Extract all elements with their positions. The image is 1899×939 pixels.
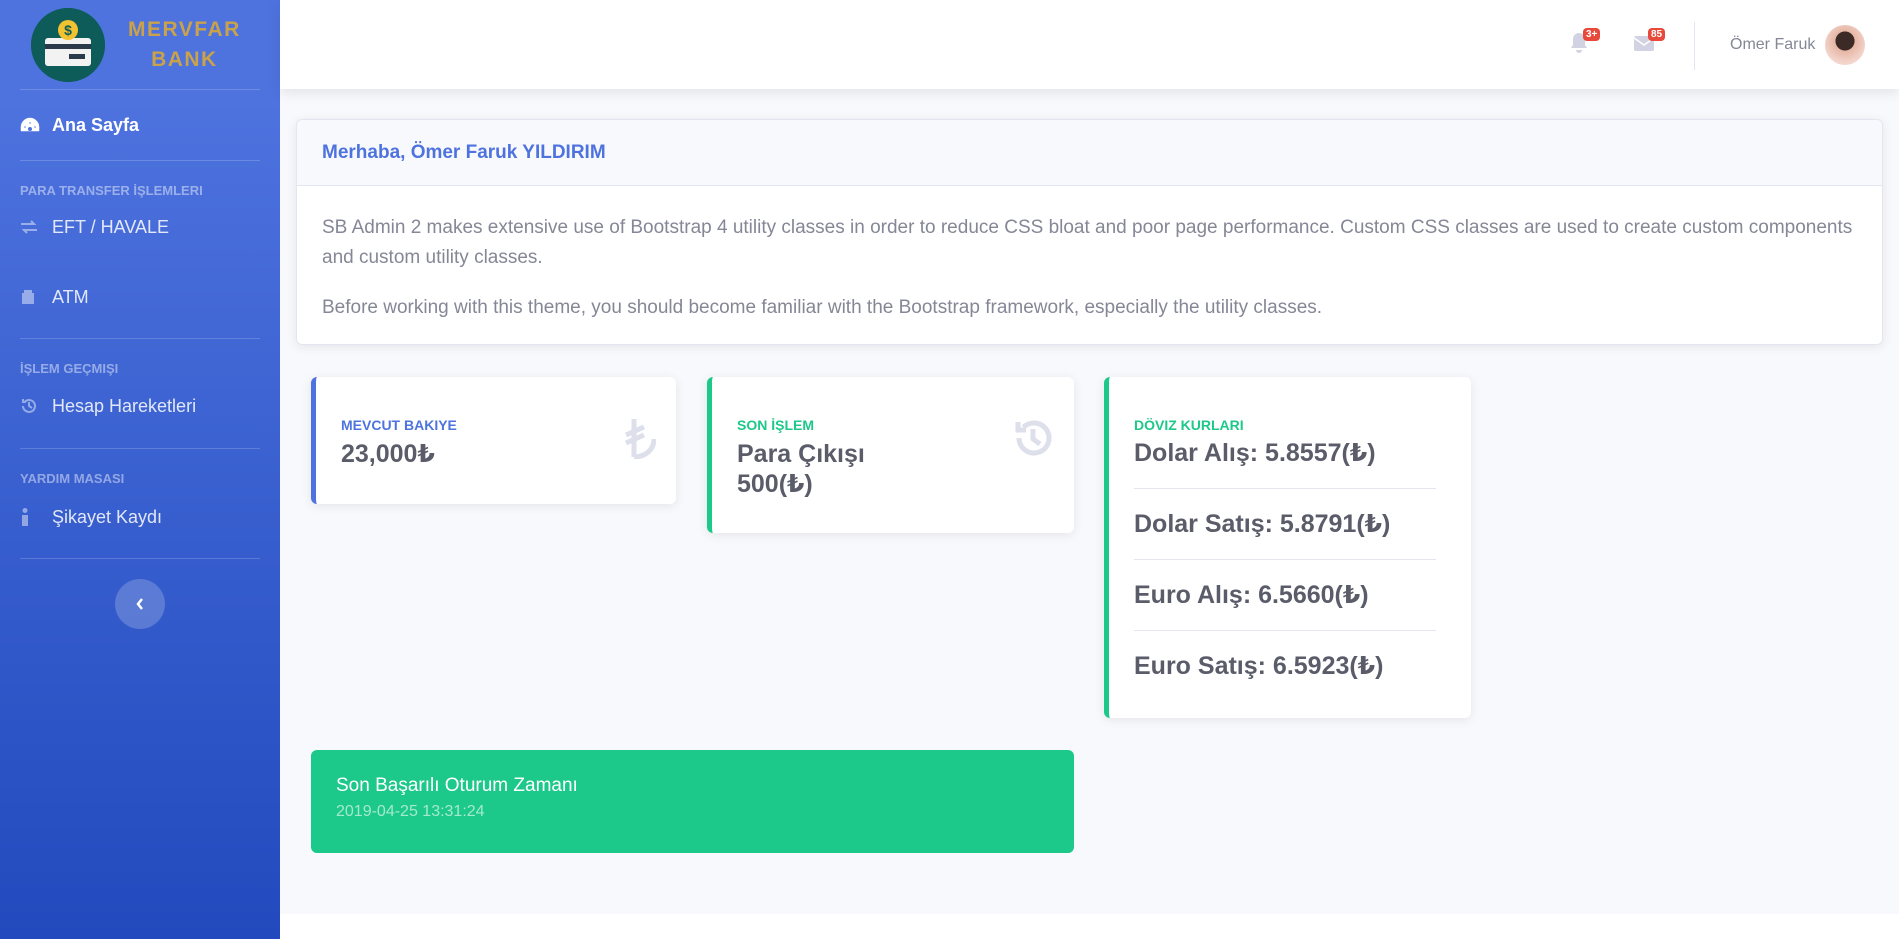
sidebar-toggle-button[interactable] [115,579,165,629]
sidebar-item-label: EFT / HAVALE [52,216,170,237]
sidebar-item-complaint[interactable]: Şikayet Kaydı [0,486,280,548]
brand-line2: BANK [151,47,218,71]
welcome-paragraph-2: Before working with this theme, you shou… [322,297,1323,318]
rate-item: Dolar Satış: 5.8791(₺) [1134,489,1436,560]
welcome-body: SB Admin 2 makes extensive use of Bootst… [297,186,1882,323]
messages-button[interactable]: 85 [1631,28,1666,56]
welcome-card: Merhaba, Ömer Faruk YILDIRIM SB Admin 2 … [296,119,1883,345]
last-transaction-type: Para Çıkışı [737,440,865,468]
last-session-title: Son Başarılı Oturum Zamanı [336,775,578,796]
atm-icon [20,289,42,305]
brand[interactable]: $ MERVFAR BANK [0,0,280,89]
chevron-left-icon [136,598,143,610]
user-menu[interactable]: Ömer Faruk [1730,25,1866,65]
balance-label: MEVCUT BAKIYE [341,417,457,433]
topbar-divider [1694,22,1695,70]
footer [280,914,1899,939]
history-icon [1012,417,1054,464]
sidebar-divider [20,558,260,559]
welcome-title: Merhaba, Ömer Faruk YILDIRIM [297,120,1882,186]
sidebar-heading-help: YARDIM MASASI [20,471,125,486]
rate-item: Euro Alış: 6.5660(₺) [1134,560,1436,631]
balance-card: MEVCUT BAKIYE 23,000₺ [311,377,676,504]
dashboard-icon [20,117,42,133]
svg-text:$: $ [64,22,72,38]
last-transaction-label: SON İŞLEM [737,417,815,433]
exchange-icon [20,220,42,234]
history-icon [20,397,42,415]
sidebar-heading-transfer: PARA TRANSFER İŞLEMLERI [20,183,203,198]
bank-logo-icon: $ [31,7,105,82]
avatar [1825,25,1866,65]
user-name: Ömer Faruk [1730,36,1816,53]
sidebar-item-label: Şikayet Kaydı [52,506,163,527]
sidebar: $ MERVFAR BANK Ana Sayfa PARA TRANSFER İ… [0,0,280,939]
sidebar-item-label: Ana Sayfa [52,114,140,135]
sidebar-item-label: ATM [52,286,89,307]
last-transaction-card: SON İŞLEM Para Çıkışı 500(₺) [707,377,1074,533]
lira-icon [622,417,657,464]
sidebar-heading-history: İŞLEM GEÇMIŞI [20,361,119,376]
last-transaction-amount: 500(₺) [737,470,813,498]
alerts-button[interactable]: 3+ [1566,28,1601,56]
welcome-paragraph-1: SB Admin 2 makes extensive use of Bootst… [322,217,1853,268]
sidebar-item-home[interactable]: Ana Sayfa [0,90,280,160]
info-icon [20,508,42,526]
last-session-time: 2019-04-25 13:31:24 [336,803,485,820]
exchange-rates-list: Dolar Alış: 5.8557(₺) Dolar Satış: 5.879… [1134,418,1436,702]
rate-item: Euro Satış: 6.5923(₺) [1134,652,1384,680]
brand-name: MERVFAR BANK [128,15,241,75]
balance-value: 23,000₺ [341,440,435,468]
brand-line1: MERVFAR [128,17,241,41]
sidebar-item-history[interactable]: Hesap Hareketleri [0,376,280,436]
sidebar-item-eft[interactable]: EFT / HAVALE [0,198,280,256]
alerts-badge: 3+ [1583,28,1601,41]
sidebar-item-label: Hesap Hareketleri [52,395,197,416]
topbar: 3+ 85 Ömer Faruk [280,0,1899,89]
rate-item: Dolar Alış: 5.8557(₺) [1134,418,1436,489]
messages-badge: 85 [1648,28,1666,41]
last-session-card: Son Başarılı Oturum Zamanı 2019-04-25 13… [311,750,1074,853]
last-transaction-value: Para Çıkışı 500(₺) [737,439,865,499]
exchange-rates-card: DÖVIZ KURLARI Dolar Alış: 5.8557(₺) Dola… [1104,377,1471,718]
sidebar-item-atm[interactable]: ATM [0,256,280,338]
